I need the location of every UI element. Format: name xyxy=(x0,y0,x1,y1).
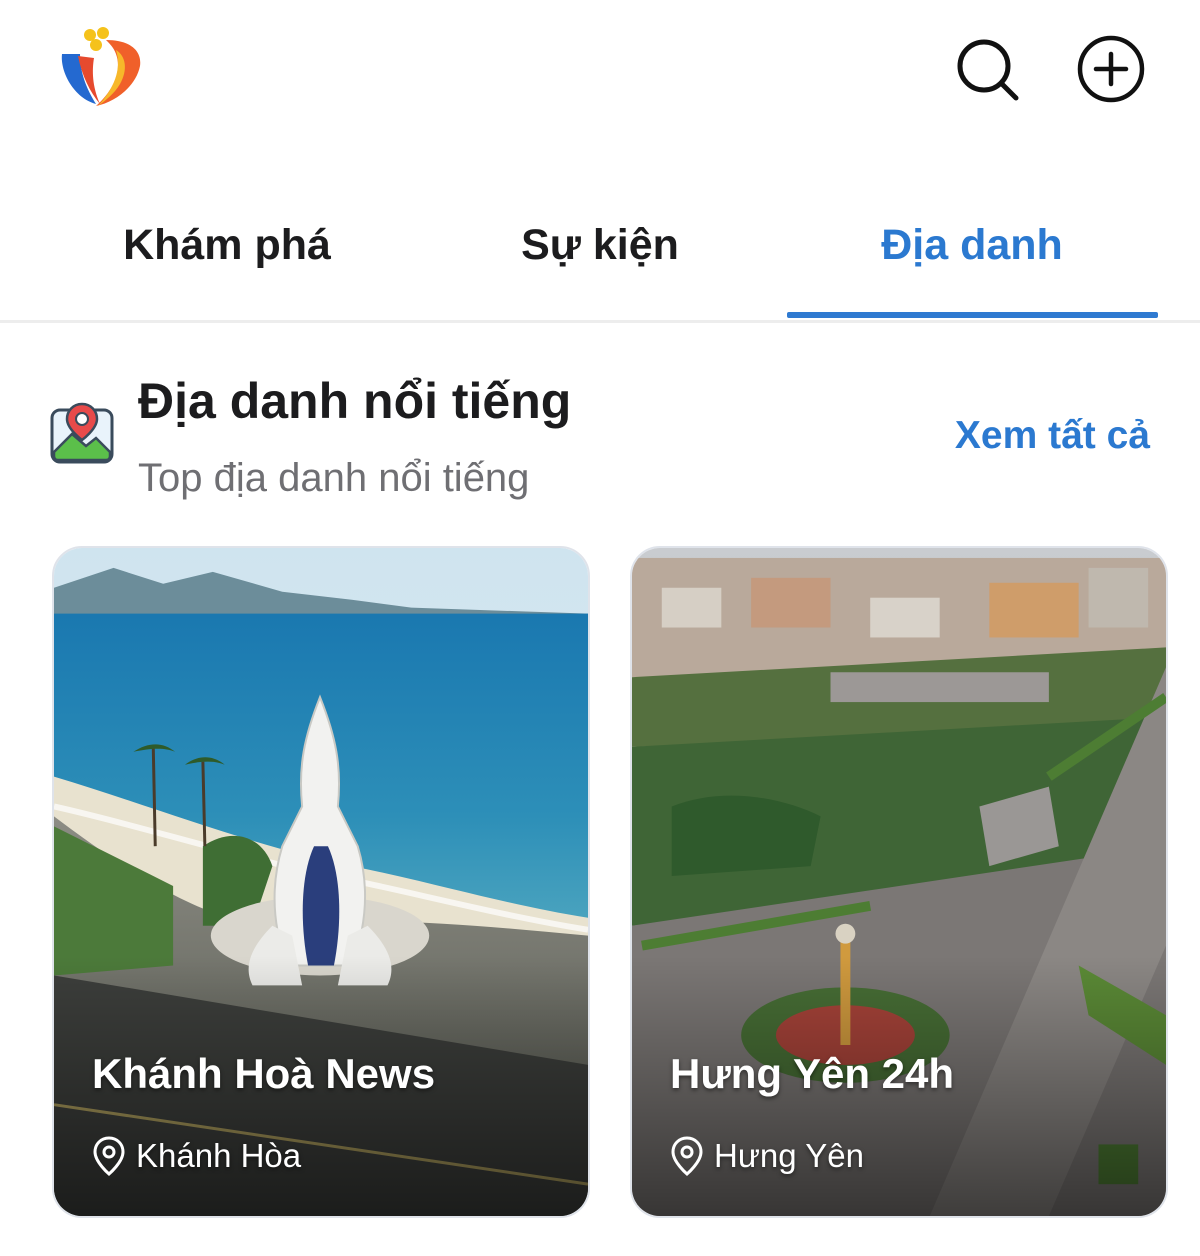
tab-bar: Khám phá Sự kiện Địa danh xyxy=(0,180,1200,323)
active-tab-indicator xyxy=(787,312,1158,318)
card-title: Hưng Yên 24h xyxy=(670,1050,955,1097)
see-all-link[interactable]: Xem tất cả xyxy=(955,414,1150,458)
search-button[interactable] xyxy=(952,34,1022,104)
map-pin-image-icon xyxy=(50,402,114,464)
plus-circle-icon xyxy=(1077,35,1145,103)
place-card-khanh-hoa[interactable]: Khánh Hoà News Khánh Hòa xyxy=(52,546,590,1218)
section-title: Địa danh nổi tiếng xyxy=(138,373,572,429)
add-button[interactable] xyxy=(1076,34,1146,104)
tab-dia-danh[interactable]: Địa danh xyxy=(786,180,1158,310)
card-location-text: Khánh Hòa xyxy=(136,1137,302,1174)
tab-su-kien[interactable]: Sự kiện xyxy=(414,180,786,310)
section-subtitle: Top địa danh nổi tiếng xyxy=(138,456,530,500)
tab-kham-pha[interactable]: Khám phá xyxy=(40,180,414,310)
tabs-divider xyxy=(0,320,1200,323)
app-logo[interactable] xyxy=(56,26,146,110)
search-icon xyxy=(957,39,1019,101)
location-pin-icon xyxy=(671,1136,703,1176)
app-header xyxy=(0,0,1200,150)
card-location: Khánh Hòa xyxy=(92,1136,301,1176)
place-card-hung-yen[interactable]: Hưng Yên 24h Hưng Yên xyxy=(630,546,1168,1218)
location-pin-icon xyxy=(93,1136,125,1176)
card-title: Khánh Hoà News xyxy=(92,1050,436,1097)
card-location: Hưng Yên xyxy=(670,1136,864,1176)
card-location-text: Hưng Yên xyxy=(714,1137,864,1174)
